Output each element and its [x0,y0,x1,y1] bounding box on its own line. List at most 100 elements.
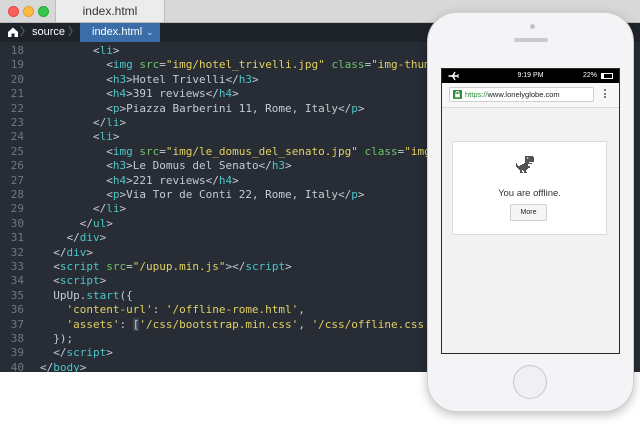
line-number: 27 [10,173,24,187]
code-token: > [232,173,239,187]
code-token: >Piazza Barberini 11, Rome, Italy</ [119,101,352,115]
code-token: h4 [112,173,127,187]
code-token: : [152,303,166,317]
line-number: 24 [10,130,24,144]
code-line: </div> [40,231,106,245]
code-line: </ul> [40,217,113,231]
line-number: 21 [10,87,24,101]
code-token: >Le Domus del Senato</ [126,159,272,173]
line-number: 34 [10,274,24,288]
code-token: '/offline-rome.html' [165,303,299,317]
line-number: 20 [10,72,24,86]
code-token: div [66,245,87,259]
code-line: <h3>Le Domus del Senato</h3> [40,159,291,173]
overflow-menu-icon[interactable] [603,89,607,101]
code-token: < [40,130,100,144]
code-line: <li> [40,130,120,144]
offline-card: You are offline. More [452,141,607,235]
minimize-window-button[interactable] [23,6,34,17]
code-token: < [40,58,113,72]
code-token: > [106,216,113,230]
code-token: > [112,44,120,57]
code-token: li [106,116,120,129]
offline-message: You are offline. [498,188,561,199]
chevron-down-icon[interactable]: ⌄ [146,23,154,42]
code-token: > [79,360,87,372]
speaker [514,38,548,42]
address-bar[interactable]: https://www.lonelyglobe.com [449,87,594,102]
code-token: ({ [119,288,133,302]
code-token: < [40,87,113,101]
code-token: > [99,274,107,288]
line-number-gutter: 18 19 20 21 22 23 24 25 26 27 28 29 30 31 32 33 34 35 36 37… [0,42,30,372]
home-icon[interactable] [7,26,19,38]
line-number: 37 [10,317,24,331]
breadcrumb-separator: 〉 [68,26,79,38]
code-token: ul [92,216,107,230]
code-token: = [159,58,166,72]
more-button[interactable]: More [510,204,547,221]
code-token: h3 [238,72,252,86]
line-number: 22 [10,101,24,115]
code-token: > [106,346,113,360]
code-token: start [86,288,120,302]
code-token: > [357,101,365,115]
lock-icon [453,90,462,99]
code-token: p [351,188,358,201]
code-token: script [66,346,107,360]
code-token: src [139,144,160,158]
code-token: script [245,260,286,273]
code-token: >221 reviews</ [126,173,219,187]
code-line: <h4>391 reviews</h4> [40,87,238,101]
code-line: </script> [40,346,113,360]
code-line: <img src="img/hotel_trivelli.jpg" class=… [40,58,470,72]
code-token: : [119,317,133,331]
code-line: 'content-url': '/offline-rome.html', [40,303,305,317]
code-token: img [112,58,140,72]
code-token: > [357,188,365,201]
close-window-button[interactable] [8,6,19,17]
line-number: 18 [10,44,24,57]
line-number: 29 [10,202,24,216]
browser-toolbar: https://www.lonelyglobe.com [442,83,619,108]
code-token: < [40,173,113,187]
phone-screen: 9:19 PM 22% https://www.lonelyglobe.com … [441,68,620,354]
zoom-window-button[interactable] [38,6,49,17]
code-token: script [59,260,107,273]
breadcrumb-source[interactable]: source [32,23,65,42]
code-token: li [99,130,113,144]
code-token: > [119,116,127,129]
code-token: "img/le_domus_del_senato.jpg" [165,144,358,158]
code-line: }); [40,332,73,346]
home-button[interactable] [513,365,547,399]
code-token: h4 [112,87,127,101]
code-token: > [119,202,127,216]
code-token: h3 [112,72,127,86]
code-line: UpUp.start({ [40,289,133,303]
code-token: >Hotel Trivelli</ [126,72,239,86]
code-token: < [40,72,113,86]
code-token: > [251,72,259,86]
line-number: 40 [10,360,24,372]
code-token: '/css/offline.css' [311,317,431,331]
dinosaur-icon [516,156,534,173]
line-number: 30 [10,216,24,230]
code-token: </ [40,360,54,372]
code-token: src [139,58,160,72]
line-number: 33 [10,260,24,273]
code-token: < [40,188,113,201]
line-number: 36 [10,303,24,317]
code-token: src [106,260,127,273]
code-token: h3 [112,159,127,173]
tab-index-html[interactable]: index.html [55,0,165,22]
code-token: </ [40,231,80,245]
code-token: = [159,144,166,158]
code-line: <script> [40,274,106,288]
code-line: <li> [40,44,120,58]
code-token: >391 reviews</ [126,87,219,101]
code-token: < [40,159,113,173]
line-number: 39 [10,346,24,360]
line-number: 19 [10,58,24,72]
